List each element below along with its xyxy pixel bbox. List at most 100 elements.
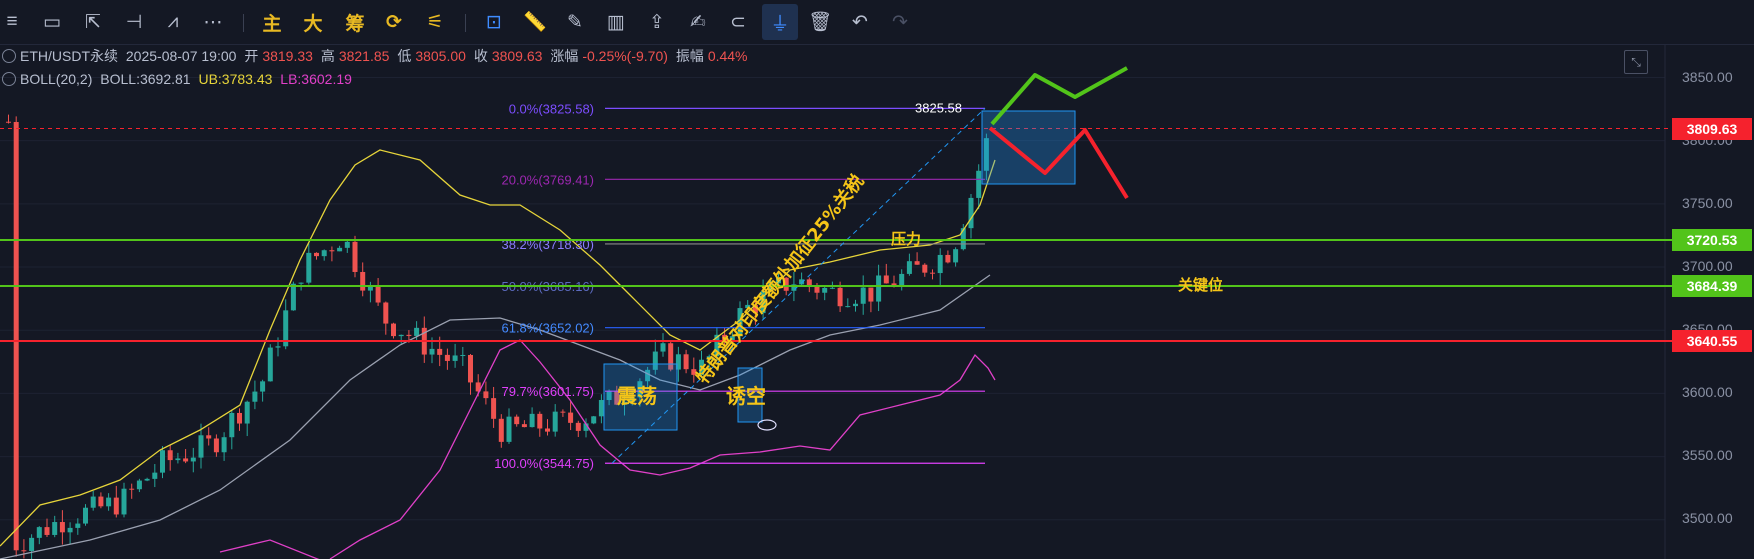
- candle-body: [429, 348, 435, 355]
- candle-body: [360, 271, 366, 291]
- fib-top-price: 3825.58: [915, 100, 962, 115]
- candle-body: [13, 121, 19, 551]
- main-indicator-button[interactable]: 主: [256, 6, 288, 38]
- candle-body: [29, 537, 35, 551]
- candle-body: [206, 435, 212, 439]
- refresh-icon[interactable]: ⟳: [378, 6, 410, 38]
- indicator-icon[interactable]: ▥: [600, 6, 632, 38]
- candle-body: [591, 416, 597, 424]
- candle-body: [937, 254, 943, 274]
- candle-body: [437, 348, 443, 355]
- candle-body: [190, 457, 196, 462]
- candle-body: [406, 334, 412, 336]
- fib-level-label: 20.0%(3769.41): [501, 172, 594, 187]
- candle-body: [198, 435, 204, 458]
- pen-icon[interactable]: ✎: [559, 6, 591, 38]
- candle-body: [845, 306, 851, 308]
- low-label: 低: [397, 48, 412, 64]
- candle-body: [67, 527, 73, 533]
- candle-body: [868, 287, 874, 302]
- cursor-tool-icon[interactable]: ⇱: [77, 6, 109, 38]
- candle-body: [252, 391, 258, 402]
- fib-level-label: 61.8%(3652.02): [501, 321, 594, 336]
- chips-button[interactable]: 筹: [339, 6, 371, 38]
- candle-body: [545, 428, 550, 432]
- candle-body: [822, 287, 828, 293]
- resistance-price-tag: 3720.53: [1672, 229, 1752, 251]
- ruler-icon[interactable]: 📏: [519, 6, 551, 38]
- candle-body: [529, 413, 535, 428]
- more-icon[interactable]: ⋯: [197, 6, 229, 38]
- bear-trap-label: 诱空: [726, 384, 766, 408]
- magnet-icon[interactable]: ⊂: [722, 6, 754, 38]
- fib-level-label: 0.0%(3825.58): [509, 101, 594, 116]
- menu-icon[interactable]: ≡: [0, 6, 28, 38]
- redo-icon[interactable]: ↷: [884, 6, 916, 38]
- horizontal-line-tool-icon[interactable]: ⊣: [118, 6, 150, 38]
- candle-body: [498, 418, 504, 442]
- candle-body: [106, 497, 112, 507]
- filter-icon[interactable]: ⏚: [762, 4, 798, 40]
- candle-body: [36, 527, 42, 538]
- fibonacci-tool-icon[interactable]: ⩘: [157, 6, 189, 38]
- low-value: 3805.00: [415, 48, 466, 64]
- trash-icon[interactable]: 🗑: [804, 6, 836, 38]
- candle-body: [568, 412, 574, 423]
- open-label: 开: [244, 48, 259, 64]
- fullscreen-icon[interactable]: ⤡: [1624, 50, 1648, 74]
- collapse-icon[interactable]: [2, 72, 16, 87]
- candle-body: [853, 303, 858, 307]
- symbol-info-panel: ETH/USDT永续 2025-08-07 19:00 开 3819.33 高 38…: [0, 46, 1400, 92]
- candle-body: [383, 302, 389, 324]
- candle-body: [152, 472, 158, 479]
- price-axis-label: 3550.00: [1682, 447, 1733, 463]
- note-icon[interactable]: ✍: [682, 6, 714, 38]
- candle-body: [883, 275, 889, 284]
- candle-body: [314, 252, 319, 257]
- candle-body: [876, 275, 882, 302]
- candle-body: [375, 286, 381, 303]
- high-value: 3821.85: [338, 48, 390, 64]
- candle-body: [552, 411, 558, 432]
- candle-body: [275, 346, 281, 348]
- candle-body: [329, 250, 335, 252]
- candle-body: [260, 381, 266, 392]
- candle-body: [98, 496, 104, 507]
- candle-body: [829, 287, 835, 289]
- candlestick-chart[interactable]: 0.0%(3825.58)20.0%(3769.41)38.2%(3718.30…: [0, 44, 1754, 559]
- candle-body: [914, 261, 920, 265]
- current-price-tag: 3809.63: [1672, 118, 1752, 140]
- candle-body: [460, 354, 466, 356]
- large-order-button[interactable]: 大: [297, 6, 329, 38]
- price-axis-label: 3700.00: [1682, 258, 1733, 274]
- undo-icon[interactable]: ↶: [844, 6, 876, 38]
- candle-body: [414, 327, 420, 336]
- layout-icon[interactable]: ⊡: [478, 6, 510, 38]
- candle-body: [183, 458, 189, 462]
- boll-lower-band: [219, 539, 320, 559]
- candle-body: [136, 480, 142, 490]
- candle-body: [814, 286, 820, 293]
- drawing-toolbar: ≡ ▭ ⇱ ⊣ ⩘ ⋯ 主 大 筹 ⟳ ⚟ ⊡ 📏 ✎ ▥ ⇪ ✍ ⊂ ⏚ 🗑 …: [0, 0, 1754, 45]
- candle-body: [922, 264, 928, 273]
- candle-body: [953, 249, 959, 263]
- resistance-label: 压力: [891, 230, 921, 248]
- key-level-price-tag: 3684.39: [1672, 275, 1752, 297]
- candle-body: [444, 354, 450, 361]
- price-axis-label: 3750.00: [1682, 195, 1733, 211]
- candle-body: [506, 416, 512, 442]
- candle-body: [598, 400, 604, 417]
- rectangle-tool-icon[interactable]: ▭: [36, 6, 68, 38]
- candle-body: [321, 250, 327, 257]
- tools-icon[interactable]: ⚟: [419, 6, 451, 38]
- candle-body: [83, 507, 88, 524]
- price-axis-label: 3500.00: [1682, 510, 1733, 526]
- candle-body: [514, 416, 520, 425]
- collapse-icon[interactable]: [2, 49, 16, 64]
- candle-body: [968, 197, 974, 229]
- candle-body: [160, 450, 165, 473]
- order-icon[interactable]: ⇪: [641, 6, 673, 38]
- boll-lb: LB:3602.19: [280, 71, 352, 87]
- candle-body: [660, 343, 666, 352]
- candle-body: [344, 241, 350, 248]
